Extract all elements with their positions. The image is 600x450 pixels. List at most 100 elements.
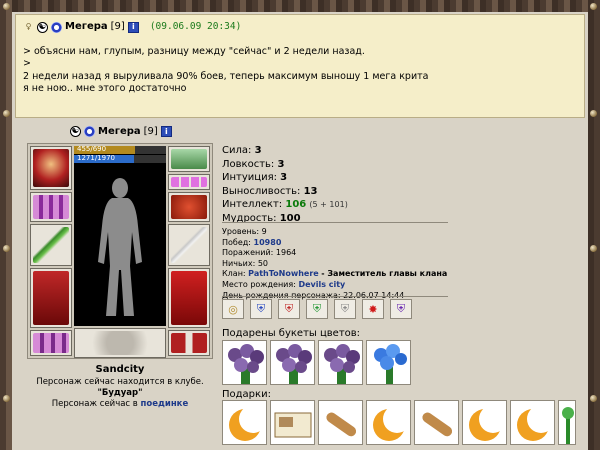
slot-amulet[interactable] (168, 146, 210, 172)
info-draws: Ничьих: 50 (222, 259, 447, 270)
frame-bolt (3, 245, 10, 252)
slot-rings[interactable] (168, 174, 210, 190)
helmet-icon (33, 149, 69, 187)
ring-icon[interactable]: ◎ (222, 299, 244, 319)
bouquets-label: Подарены букеты цветов: (222, 328, 361, 339)
info-icon[interactable]: i (127, 21, 139, 33)
stat-strength: Сила: 3 (222, 144, 348, 158)
robe-icon (33, 271, 69, 325)
post-line: 2 недели назад я выруливала 90% боев, те… (23, 70, 429, 82)
info-label: Место рождения: (222, 279, 296, 289)
slot-bracers[interactable] (30, 192, 72, 222)
slot-boots[interactable] (168, 330, 210, 356)
character-doll: 455/690 1271/1970 (27, 143, 213, 359)
stat-value: 3 (277, 158, 285, 170)
bouquets-row (222, 340, 411, 385)
fight-link[interactable]: поединке (141, 399, 189, 409)
blue-flowers-icon[interactable] (366, 340, 411, 385)
stat-intellect: Интеллект: 106 (5 + 101) (222, 198, 348, 212)
alignment-icon: ☯ (70, 126, 81, 137)
shield-purple-icon[interactable]: ⛨ (390, 299, 412, 319)
stats-block: Сила: 3 Ловкость: 3 Интуиция: 3 Вынослив… (222, 144, 348, 225)
crescent-moon-icon[interactable] (222, 400, 267, 445)
stat-value: 3 (280, 172, 288, 183)
emblem-icon (77, 331, 163, 355)
staff-icon (33, 227, 69, 263)
stat-label: Интуиция: (222, 172, 277, 183)
purple-roses-icon[interactable] (318, 340, 363, 385)
silhouette-icon (98, 178, 142, 316)
profile-level: [9] (143, 126, 158, 137)
slot-emblem[interactable] (74, 328, 166, 358)
scroll-icon[interactable] (318, 400, 363, 445)
slot-weapon[interactable] (30, 224, 72, 266)
shield-white-icon[interactable]: ⛨ (334, 299, 356, 319)
clan-emblem-icon[interactable] (51, 21, 62, 33)
red-orb-icon[interactable]: ✸ (362, 299, 384, 319)
post-line: > (23, 58, 31, 69)
stat-agility: Ловкость: 3 (222, 158, 348, 172)
birthplace-link[interactable]: Devils city (298, 280, 345, 289)
slot-gloves[interactable] (168, 192, 210, 222)
divider (222, 222, 448, 223)
info-label: Побед: (222, 237, 251, 247)
stat-label: Сила: (222, 145, 252, 156)
post-author-level: [9] (110, 21, 125, 32)
divider (222, 296, 448, 297)
crescent-moon-icon[interactable] (510, 400, 555, 445)
frame-bolt (3, 3, 10, 10)
slot-helmet[interactable] (30, 146, 72, 190)
info-value: 9 (261, 227, 267, 236)
info-block: Уровень: 9 Побед: 10980 Поражений: 1964 … (222, 227, 447, 301)
purple-roses-icon[interactable] (270, 340, 315, 385)
card-box-icon[interactable] (270, 400, 315, 445)
post-body: > объясни нам, глупым, разницу между "се… (23, 46, 577, 96)
clan-link[interactable]: PathToNowhere (248, 269, 319, 278)
info-label: Поражений: (222, 248, 274, 258)
shield-blue-icon[interactable]: ⛨ (250, 299, 272, 319)
gifts-label: Подарки: (222, 389, 271, 400)
frame-bolt (590, 395, 597, 402)
slot-shield[interactable] (168, 224, 210, 266)
stat-endurance: Выносливость: 13 (222, 185, 348, 199)
info-losses: Поражений: 1964 (222, 248, 447, 259)
profile-nick[interactable]: Мегера (98, 126, 141, 137)
clan-emblem-icon[interactable] (84, 126, 95, 137)
frame-bolt (3, 395, 10, 402)
info-wins: Побед: 10980 (222, 238, 447, 249)
crescent-moon-icon[interactable] (366, 400, 411, 445)
info-value: 10980 (253, 237, 282, 247)
purple-roses-icon[interactable] (222, 340, 267, 385)
info-label: Ничьих: (222, 258, 256, 268)
post-author-nick[interactable]: Мегера (65, 21, 108, 34)
plant-icon[interactable] (558, 400, 576, 445)
slot-belt[interactable] (30, 330, 72, 356)
bracers-icon (33, 195, 69, 219)
info-icon[interactable]: i (160, 126, 172, 137)
gifts-row (222, 400, 576, 445)
post-line: > объясни нам, глупым, разницу между "се… (23, 45, 365, 57)
shield-red-icon[interactable]: ⛨ (278, 299, 300, 319)
alignment-icon: ☯ (37, 21, 48, 33)
info-birthplace: Место рождения: Devils city (222, 280, 447, 291)
slot-armor[interactable] (30, 268, 72, 328)
stat-label: Интеллект: (222, 199, 283, 210)
slot-legs[interactable] (168, 268, 210, 328)
crescent-moon-icon[interactable] (462, 400, 507, 445)
location-info: Персонаж сейчас находится в клубе. "Буду… (20, 377, 220, 410)
frame-bolt (3, 110, 10, 117)
stat-value: 106 (285, 199, 307, 210)
stat-value: 3 (254, 145, 262, 156)
fight-line: Персонаж сейчас в поединке (20, 399, 220, 410)
shield-green-icon[interactable]: ⛨ (306, 299, 328, 319)
scroll-icon[interactable] (414, 400, 459, 445)
post-line: я не ною.. мне этого достаточно (23, 83, 187, 94)
stat-label: Ловкость: (222, 158, 275, 170)
location-line: Персонаж сейчас находится в клубе. (36, 377, 204, 387)
info-value: 1964 (275, 248, 297, 258)
frame-bolt (590, 245, 597, 252)
info-level: Уровень: 9 (222, 227, 447, 238)
hp-bar: 455/690 (74, 145, 166, 154)
mana-bar: 1271/1970 (74, 154, 166, 163)
rings-icon (171, 177, 207, 187)
